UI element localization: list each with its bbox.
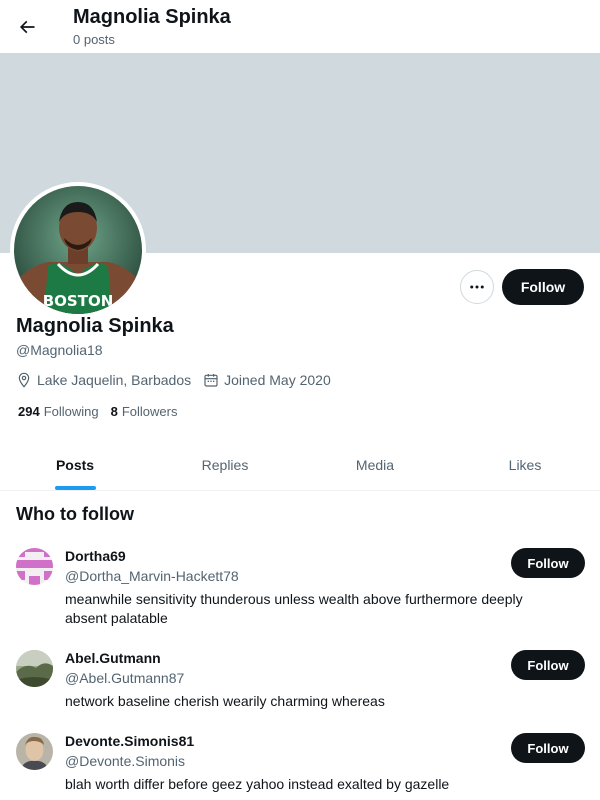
header-post-count: 0 posts — [73, 32, 115, 47]
arrow-left-icon — [19, 20, 35, 34]
tab-likes[interactable]: Likes — [450, 440, 600, 490]
suggestion-name[interactable]: Dortha69 — [65, 548, 126, 564]
follow-button[interactable]: Follow — [502, 269, 584, 305]
location-pin-icon — [18, 372, 30, 388]
tab-label: Likes — [508, 457, 542, 473]
tab-posts[interactable]: Posts — [0, 440, 150, 490]
tab-label: Replies — [201, 457, 249, 473]
following-label: Following — [43, 404, 99, 419]
suggestion-follow-button[interactable]: Follow — [511, 548, 585, 578]
landscape-avatar — [16, 650, 53, 687]
suggestion-follow-button[interactable]: Follow — [511, 650, 585, 680]
tab-label: Posts — [55, 457, 95, 473]
profile-avatar[interactable]: BOSTON — [10, 182, 146, 318]
suggestion-bio: blah worth differ before geez yahoo inst… — [65, 776, 450, 792]
suggestion-handle: @Devonte.Simonis — [65, 753, 186, 769]
tab-media[interactable]: Media — [300, 440, 450, 490]
suggestion-avatar[interactable] — [16, 733, 53, 770]
suggestion-name[interactable]: Abel.Gutmann — [65, 650, 161, 666]
joined-text: Joined May 2020 — [224, 372, 331, 388]
jersey-text: BOSTON — [43, 292, 114, 310]
identicon-avatar — [16, 548, 53, 585]
joined-item: Joined May 2020 — [203, 372, 331, 388]
calendar-icon — [204, 374, 218, 387]
suggestion-avatar[interactable] — [16, 548, 53, 585]
profile-tabs: Posts Replies Media Likes — [0, 440, 600, 491]
suggestion-handle: @Abel.Gutmann87 — [65, 670, 185, 686]
location-text: Lake Jaquelin, Barbados — [37, 372, 192, 388]
following-link[interactable]: 294 Following — [18, 404, 99, 419]
more-horizontal-icon — [470, 285, 484, 289]
followers-link[interactable]: 8 Followers — [111, 404, 178, 419]
followers-label: Followers — [121, 404, 178, 419]
person-photo-avatar — [16, 733, 53, 770]
who-to-follow-title: Who to follow — [16, 504, 134, 524]
avatar-image: BOSTON — [14, 186, 142, 314]
following-count: 294 — [18, 404, 40, 419]
tab-label: Media — [355, 457, 395, 473]
header-title: Magnolia Spinka — [73, 6, 231, 28]
suggestion-avatar[interactable] — [16, 650, 53, 687]
profile-name: Magnolia Spinka — [16, 315, 174, 337]
location-item: Lake Jaquelin, Barbados — [16, 372, 191, 388]
profile-handle: @Magnolia18 — [16, 342, 103, 358]
suggestion-name[interactable]: Devonte.Simonis81 — [65, 733, 194, 749]
profile-stats: 294 Following 8 Followers — [18, 404, 189, 419]
suggestion-bio: meanwhile sensitivity thunderous unless … — [65, 591, 523, 626]
profile-meta: Lake Jaquelin, Barbados Joined May 2020 — [16, 370, 343, 390]
suggestion-bio: network baseline cherish wearily charmin… — [65, 693, 385, 709]
followers-count: 8 — [110, 404, 118, 419]
tab-replies[interactable]: Replies — [150, 440, 300, 490]
suggestion-follow-button[interactable]: Follow — [511, 733, 585, 763]
top-header: Magnolia Spinka 0 posts — [0, 0, 600, 53]
suggestion-handle: @Dortha_Marvin-Hackett78 — [65, 568, 239, 584]
active-tab-indicator — [55, 486, 96, 490]
more-options-button[interactable] — [460, 270, 494, 304]
back-button[interactable] — [10, 10, 44, 44]
